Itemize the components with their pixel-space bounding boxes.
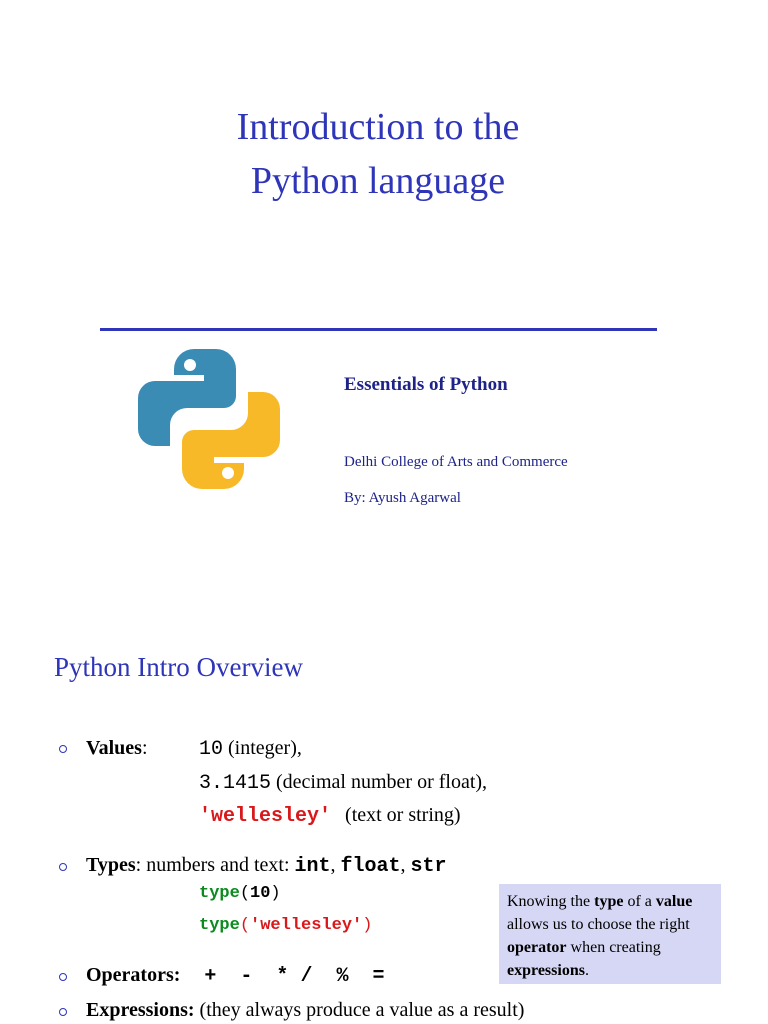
overview-title: Python Intro Overview [54, 652, 303, 682]
bullet-icon [59, 745, 67, 753]
slide-title-line-2: Python language [250, 160, 506, 202]
bullet-icon [59, 863, 67, 871]
value-float: 3.1415 [199, 772, 272, 795]
value-string-desc: (text or string) [345, 804, 461, 826]
value-integer-line: 10 (integer), [199, 734, 302, 764]
value-float-line: 3.1415 (decimal number or float), [199, 768, 487, 798]
type-str: str [410, 855, 447, 878]
callout-text: Knowing the [507, 893, 595, 910]
value-integer-desc: (integer), [223, 737, 302, 759]
types-separator: , [400, 854, 411, 876]
callout-emphasis: type [594, 893, 624, 910]
value-float-desc: (decimal number or float), [271, 771, 488, 793]
callout-text: of a [623, 893, 656, 910]
python-logo-icon [138, 349, 280, 489]
callout-emphasis: value [655, 893, 693, 910]
code-paren: ) [270, 884, 281, 903]
values-label-line: Values: [86, 734, 148, 762]
code-paren: ( [239, 884, 251, 903]
type-callout-box: Knowing the type of a value allows us to… [499, 884, 721, 984]
code-type-string: type('wellesley') [199, 912, 372, 940]
types-separator: , [330, 854, 341, 876]
code-type-int: type(10) [199, 880, 281, 908]
value-string-line: 'wellesley' (text or string) [199, 801, 461, 831]
type-float: float [340, 855, 401, 878]
code-function: type [199, 916, 240, 935]
author-name: By: Ayush Agarwal [344, 490, 461, 506]
callout-text: when creating [566, 939, 661, 956]
types-line: Types: numbers and text: int, float, str [86, 851, 447, 881]
expressions-label: Expressions: [86, 999, 195, 1021]
operators-label: Operators: [86, 964, 181, 986]
college-name: Delhi College of Arts and Commerce [344, 454, 568, 470]
callout-text: allows us to choose the right [507, 916, 690, 933]
value-integer: 10 [199, 738, 224, 761]
bullet-icon [59, 973, 67, 981]
presentation-subtitle: Essentials of Python [344, 374, 508, 395]
values-label: Values [86, 737, 142, 759]
code-argument: 'wellesley' [250, 916, 363, 935]
slide-title: Introduction to the Python language [0, 100, 756, 208]
callout-text: . [584, 962, 589, 979]
expressions-text: (they always produce a value as a result… [194, 999, 525, 1021]
operators-line: Operators: + - * / % = [86, 961, 384, 991]
value-string: 'wellesley' [199, 805, 332, 828]
types-label: Types [86, 854, 136, 876]
title-divider [100, 328, 657, 331]
slide-title-line-1: Introduction to the [236, 106, 520, 148]
type-int: int [294, 855, 331, 878]
values-colon: : [141, 737, 148, 759]
operators-symbols: + - * / % = [204, 965, 385, 988]
expressions-line: Expressions: (they always produce a valu… [86, 996, 524, 1024]
callout-emphasis: expressions [507, 962, 585, 979]
code-paren: ) [362, 916, 373, 935]
types-text: : numbers and text: [135, 854, 295, 876]
callout-emphasis: operator [507, 939, 567, 956]
bullet-icon [59, 1008, 67, 1016]
code-function: type [199, 884, 240, 903]
code-argument: 10 [250, 884, 271, 903]
code-paren: ( [239, 916, 251, 935]
